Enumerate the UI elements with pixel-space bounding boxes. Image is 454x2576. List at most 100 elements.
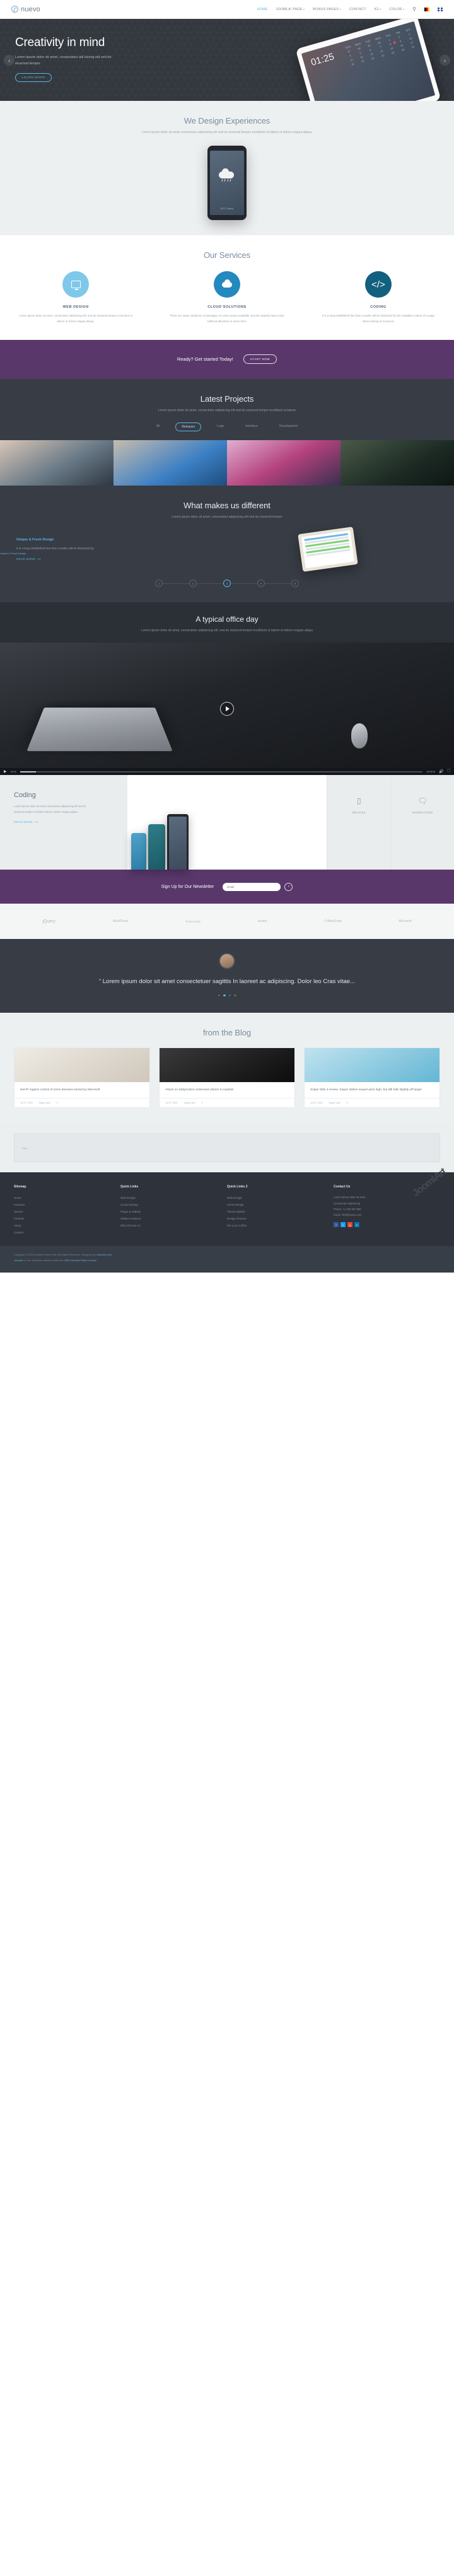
different-feature-title: Unique & Fresh Design <box>16 538 54 542</box>
client-logo-jquery: jQuery <box>42 919 55 924</box>
hero-clock: 01:25 <box>310 51 335 68</box>
hero-prev-arrow[interactable]: ‹ <box>4 55 15 66</box>
footer-link[interactable]: Features <box>14 1201 114 1208</box>
cloud-icon <box>214 271 240 298</box>
blog-card[interactable]: Nol-IP regains control of some domains s… <box>14 1047 150 1109</box>
gpl-license-link[interactable]: GNU General Public License. <box>64 1259 97 1262</box>
coding-read-more-link[interactable]: READ MORE ⟶ <box>14 820 127 824</box>
site-header: nuevo HOME JOOMLA! PAGE ▾ BONUS PAGES ▾ … <box>0 0 454 19</box>
testimonial-dot[interactable] <box>228 994 231 997</box>
hero-next-arrow[interactable]: › <box>439 55 450 66</box>
play-icon[interactable] <box>220 702 234 716</box>
linkedin-icon[interactable]: in <box>354 1222 359 1228</box>
map-widget[interactable]: map <box>14 1133 440 1163</box>
video-progress-bar[interactable] <box>20 771 423 772</box>
client-logo-techcrunch: TechCrunch <box>185 919 201 923</box>
joomlart-link[interactable]: JoomlArt.com <box>96 1253 112 1256</box>
project-item[interactable] <box>227 440 340 486</box>
coding-title: Coding <box>14 791 36 800</box>
testimonial-dot[interactable] <box>223 994 226 997</box>
blog-post-title[interactable]: Nol-IP regains control of some domains s… <box>15 1082 149 1093</box>
googleplus-icon[interactable]: g <box>347 1222 352 1228</box>
clients-logos: jQuery WordPress TechCrunch envato Coffe… <box>0 904 454 940</box>
fullscreen-icon[interactable]: ⛶ <box>448 769 450 774</box>
coding-tile-devices[interactable]: ▯ DEVICES <box>327 775 390 870</box>
blog-post-title[interactable]: Sniper Elite 3 review: Sniper strikes se… <box>305 1082 439 1093</box>
step-1[interactable]: 1 <box>155 580 163 588</box>
newsletter-submit-button[interactable]: › <box>284 882 293 891</box>
footer-link[interactable]: Plugin & Addons <box>120 1208 221 1215</box>
video-player[interactable]: ▶ 00:00 03:06:00 🔊 ⛶ <box>0 643 454 776</box>
blog-post-date: Jul 07, 2015 <box>310 1102 323 1105</box>
site-logo[interactable]: nuevo <box>11 6 40 13</box>
service-cloud-solutions[interactable]: CLOUD SOLUTIONS There are many variation… <box>151 271 303 325</box>
footer-link[interactable]: UI/UX Design <box>227 1201 327 1208</box>
de-flag-icon[interactable] <box>424 7 429 11</box>
blog-post-title[interactable]: Attack on Dailymotion redirected visitor… <box>160 1082 294 1093</box>
nav-item-contact[interactable]: CONTACT <box>349 8 366 11</box>
nav-item-color[interactable]: COLOR ▾ <box>389 8 404 11</box>
twitter-icon[interactable]: t <box>340 1222 346 1228</box>
footer-link[interactable]: Web Design <box>120 1194 221 1201</box>
footer-link[interactable]: We Love Coffee <box>227 1222 327 1229</box>
filter-development[interactable]: Development <box>274 423 303 431</box>
cta-text: Ready? Get started Today! <box>177 356 233 363</box>
service-coding[interactable]: </> CODING It is a long established fact… <box>303 271 454 325</box>
step-3[interactable]: 3 <box>223 580 231 588</box>
footer-link[interactable]: Home <box>14 1194 114 1201</box>
footer-link[interactable]: Cloud Hosting <box>120 1201 221 1208</box>
hero-learn-more-button[interactable]: LEARN MORE <box>15 73 52 82</box>
play-icon[interactable]: ▶ <box>4 769 7 774</box>
cta-start-now-button[interactable]: START NOW <box>243 354 277 364</box>
en-flag-icon[interactable] <box>438 7 443 11</box>
footer-link[interactable]: Web Design <box>227 1194 327 1201</box>
nav-item-joomla-page[interactable]: JOOMLA! PAGE ▾ <box>276 8 305 11</box>
facebook-icon[interactable]: f <box>334 1222 339 1228</box>
video-time-total: 03:06:00 <box>426 770 436 773</box>
filter-interface[interactable]: Interface <box>240 423 263 431</box>
blog-card[interactable]: Sniper Elite 3 review: Sniper strikes se… <box>304 1047 440 1109</box>
step-4[interactable]: 4 <box>257 580 265 588</box>
projects-grid <box>0 440 454 486</box>
footer-link[interactable]: About <box>14 1222 114 1229</box>
joomla-link[interactable]: Joomla! <box>14 1259 23 1262</box>
project-item[interactable] <box>340 440 454 486</box>
footer-link[interactable]: Service <box>14 1208 114 1215</box>
services-title: Our Services <box>204 250 250 260</box>
footer-link[interactable]: Theme Market <box>227 1208 327 1215</box>
filter-logo[interactable]: Logo <box>211 423 230 431</box>
project-item[interactable] <box>0 440 114 486</box>
search-icon[interactable]: ⚲ <box>412 6 416 12</box>
design-experiences-section: We Design Experiences Lorem ipsum dolor … <box>0 101 454 236</box>
filter-all[interactable]: All <box>151 423 166 431</box>
newsletter-email-input[interactable] <box>223 882 281 891</box>
service-web-design[interactable]: WEB DESIGN Lorem ipsum dolor sit amet, c… <box>0 271 151 325</box>
testimonial-dot[interactable] <box>218 994 220 997</box>
coding-tile-interaction[interactable]: 🗨 INTERACTION <box>390 775 454 870</box>
filter-releases[interactable]: Releases <box>175 423 202 432</box>
footer-link[interactable]: Portfolio <box>14 1215 114 1222</box>
different-read-more-link[interactable]: READ MORE ⟶ <box>16 557 219 561</box>
project-item[interactable] <box>114 440 227 486</box>
map-section: map <box>0 1123 454 1173</box>
nav-item-k2[interactable]: K2 ▾ <box>375 8 381 11</box>
footer-contact-line: consectetur adipisicing <box>334 1201 361 1205</box>
copyright-line-1: Copyright © 2015 JoomlArt Demo Site. All… <box>14 1253 112 1257</box>
blog-post-comments: 0 <box>56 1102 58 1105</box>
footer-link[interactable]: Hidden Features <box>120 1215 221 1222</box>
logo-text: nuevo <box>21 5 40 13</box>
footer-link[interactable]: Contact <box>14 1229 114 1236</box>
volume-icon[interactable]: 🔊 <box>439 769 443 774</box>
step-5[interactable]: 5 <box>291 580 299 588</box>
nav-item-home[interactable]: HOME <box>257 8 268 11</box>
step-2[interactable]: 2 <box>189 580 197 588</box>
page-root: nuevo HOME JOOMLA! PAGE ▾ BONUS PAGES ▾ … <box>0 0 454 1273</box>
testimonial-dot[interactable] <box>234 994 236 997</box>
footer-link[interactable]: Design Process <box>227 1215 327 1222</box>
copyright-bar: Copyright © 2015 JoomlArt Demo Site. All… <box>0 1246 454 1273</box>
footer-social-links: f t g in <box>334 1222 434 1228</box>
blog-card[interactable]: Attack on Dailymotion redirected visitor… <box>159 1047 295 1109</box>
service-title: CODING <box>370 305 387 310</box>
footer-link[interactable]: Why Choose Us <box>120 1222 221 1229</box>
nav-item-bonus-pages[interactable]: BONUS PAGES ▾ <box>313 8 341 11</box>
